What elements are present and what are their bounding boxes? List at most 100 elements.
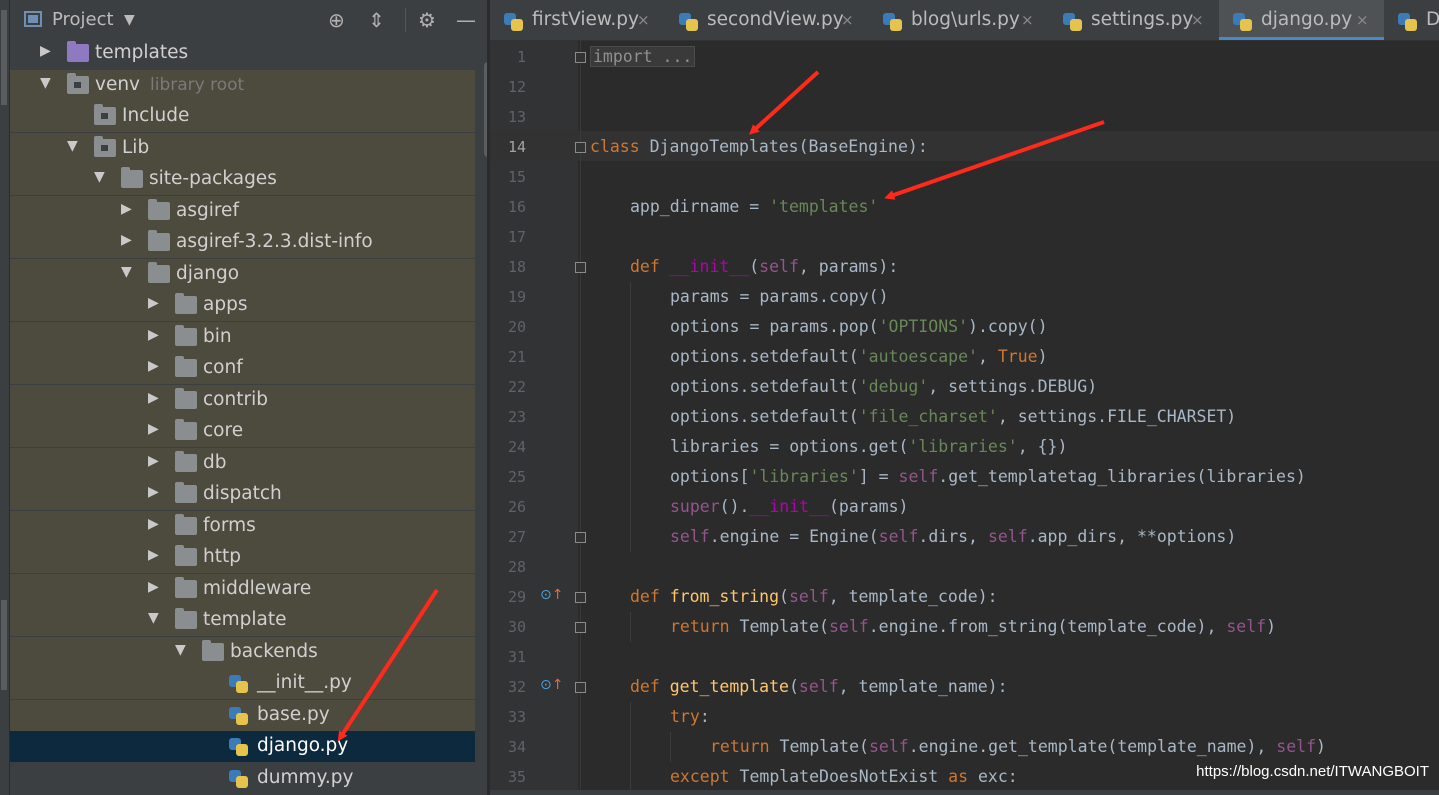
collapsed-arrow-icon[interactable]: ▶	[148, 547, 162, 563]
expanded-arrow-icon[interactable]: ▼	[148, 610, 162, 626]
tree-item[interactable]: ▶ conf	[10, 353, 475, 384]
editor-tab[interactable]: secondView.py ×	[665, 0, 869, 40]
tree-item[interactable]: ▶ asgiref-3.2.3.dist-info	[10, 227, 475, 258]
close-icon[interactable]: ×	[637, 11, 650, 29]
collapsed-arrow-icon[interactable]: ▶	[148, 579, 162, 595]
collapsed-arrow-icon[interactable]: ▶	[121, 232, 135, 248]
expanded-arrow-icon[interactable]: ▼	[175, 642, 189, 658]
project-tool-tab[interactable]	[1, 10, 7, 105]
fold-marker-icon[interactable]	[575, 532, 586, 543]
code-line[interactable]: libraries = options.get('libraries', {})	[670, 432, 1067, 462]
expanded-arrow-icon[interactable]: ▼	[40, 75, 54, 91]
close-icon[interactable]: ×	[1191, 11, 1204, 29]
editor-tab[interactable]: django.py ×	[1219, 0, 1384, 40]
collapsed-arrow-icon[interactable]: ▶	[148, 484, 162, 500]
code-line[interactable]: def get_template(self, template_name):	[630, 672, 1008, 702]
code-line[interactable]: options.setdefault('file_charset', setti…	[670, 402, 1236, 432]
tree-item-name: venv	[95, 73, 141, 95]
code-line[interactable]: import ...	[590, 42, 696, 72]
code-line[interactable]: options['libraries'] = self.get_template…	[670, 462, 1306, 492]
tree-item[interactable]: ▶ apps	[10, 290, 475, 321]
code-token: .app_dirs, **options)	[1027, 527, 1237, 546]
tree-item[interactable]: ▶ contrib	[10, 384, 475, 416]
tree-item[interactable]: ▶ http	[10, 542, 475, 573]
collapsed-arrow-icon[interactable]: ▶	[121, 201, 135, 217]
editor-bottom-scrollbar[interactable]	[490, 790, 1439, 795]
fold-marker-icon[interactable]	[575, 52, 586, 63]
code-line[interactable]: self.engine = Engine(self.dirs, self.app…	[670, 522, 1236, 552]
code-line[interactable]: return Template(self.engine.get_template…	[710, 732, 1326, 762]
tree-item[interactable]: ▶ core	[10, 416, 475, 447]
close-icon[interactable]: ×	[1356, 11, 1369, 29]
fold-marker-icon[interactable]	[575, 142, 586, 153]
folder-icon	[202, 639, 224, 661]
code-line[interactable]: options.setdefault('autoescape', True)	[670, 342, 1048, 372]
fold-marker-icon[interactable]	[575, 622, 586, 633]
code-line[interactable]: def from_string(self, template_code):	[630, 582, 998, 612]
project-panel-title[interactable]: Project	[52, 9, 114, 30]
collapsed-arrow-icon[interactable]: ▶	[148, 327, 162, 343]
code-line[interactable]: options.setdefault('debug', settings.DEB…	[670, 372, 1097, 402]
editor-tab[interactable]: firstView.py ×	[490, 0, 665, 40]
structure-tool-tab[interactable]	[1, 600, 7, 690]
locate-icon[interactable]: ⊕	[328, 8, 345, 32]
tree-item[interactable]: ▶ db	[10, 447, 475, 479]
collapsed-arrow-icon[interactable]: ▶	[148, 358, 162, 374]
code-line[interactable]: def __init__(self, params):	[630, 252, 898, 282]
expanded-arrow-icon[interactable]: ▼	[94, 169, 108, 185]
overrides-method-icon[interactable]: ⊙↑	[540, 677, 563, 693]
tree-item[interactable]: base.py	[10, 699, 475, 731]
tree-item[interactable]: ▼ template	[10, 605, 475, 636]
fold-marker-icon[interactable]	[575, 682, 586, 693]
line-number: 19	[507, 288, 526, 306]
tree-item[interactable]: django.py	[10, 731, 475, 762]
code-token: ().	[719, 497, 750, 516]
indent-guide	[630, 612, 631, 642]
code-line[interactable]: class DjangoTemplates(BaseEngine):	[590, 132, 928, 162]
tree-item[interactable]: ▼ venv library root	[10, 69, 475, 101]
code-line[interactable]: params = params.copy()	[670, 282, 889, 312]
code-line[interactable]: options = params.pop('OPTIONS').copy()	[670, 312, 1048, 342]
editor-tab[interactable]: Do	[1384, 0, 1439, 40]
collapse-all-icon[interactable]: ⇕	[368, 8, 385, 32]
tree-item[interactable]: Include	[10, 101, 475, 132]
collapsed-arrow-icon[interactable]: ▶	[148, 421, 162, 437]
chevron-down-icon[interactable]: ▼	[124, 12, 135, 28]
code-token: )	[1266, 617, 1277, 636]
tree-item[interactable]: ▼ django	[10, 258, 475, 290]
collapsed-arrow-icon[interactable]: ▶	[148, 390, 162, 406]
editor-tab[interactable]: settings.py ×	[1049, 0, 1219, 40]
hide-panel-icon[interactable]: —	[456, 8, 476, 32]
expanded-arrow-icon[interactable]: ▼	[121, 264, 135, 280]
tree-item[interactable]: ▶ middleware	[10, 573, 475, 605]
code-line[interactable]: except TemplateDoesNotExist as exc:	[670, 762, 1018, 792]
tree-item[interactable]: ▶ forms	[10, 510, 475, 542]
overrides-method-icon[interactable]: ⊙↑	[540, 587, 563, 603]
close-icon[interactable]: ×	[1021, 11, 1034, 29]
fold-marker-icon[interactable]	[575, 262, 586, 273]
tree-item[interactable]: dummy.py	[10, 763, 475, 794]
line-number: 32	[507, 678, 526, 696]
collapsed-arrow-icon[interactable]: ▶	[148, 516, 162, 532]
code-line[interactable]: app_dirname = 'templates'	[630, 192, 878, 222]
tree-item[interactable]: ▼ Lib	[10, 132, 475, 164]
code-line[interactable]: super().__init__(params)	[670, 492, 908, 522]
code-line[interactable]: try:	[670, 702, 710, 732]
fold-marker-icon[interactable]	[575, 592, 586, 603]
close-icon[interactable]: ×	[841, 11, 854, 29]
folder-icon	[175, 324, 197, 346]
gear-icon[interactable]: ⚙	[418, 8, 436, 32]
collapsed-arrow-icon[interactable]: ▶	[148, 295, 162, 311]
tree-item[interactable]: ▶ bin	[10, 321, 475, 353]
code-line[interactable]: return Template(self.engine.from_string(…	[670, 612, 1276, 642]
tree-item[interactable]: ▶ templates	[10, 38, 475, 69]
expanded-arrow-icon[interactable]: ▼	[67, 138, 81, 154]
tree-item[interactable]: ▼ backends	[10, 636, 475, 668]
tree-item[interactable]: ▶ asgiref	[10, 195, 475, 227]
tree-item[interactable]: __init__.py	[10, 668, 475, 699]
collapsed-arrow-icon[interactable]: ▶	[40, 43, 54, 59]
tree-item[interactable]: ▼ site-packages	[10, 164, 475, 195]
editor-tab[interactable]: blog\urls.py ×	[869, 0, 1049, 40]
collapsed-arrow-icon[interactable]: ▶	[148, 453, 162, 469]
tree-item[interactable]: ▶ dispatch	[10, 479, 475, 510]
